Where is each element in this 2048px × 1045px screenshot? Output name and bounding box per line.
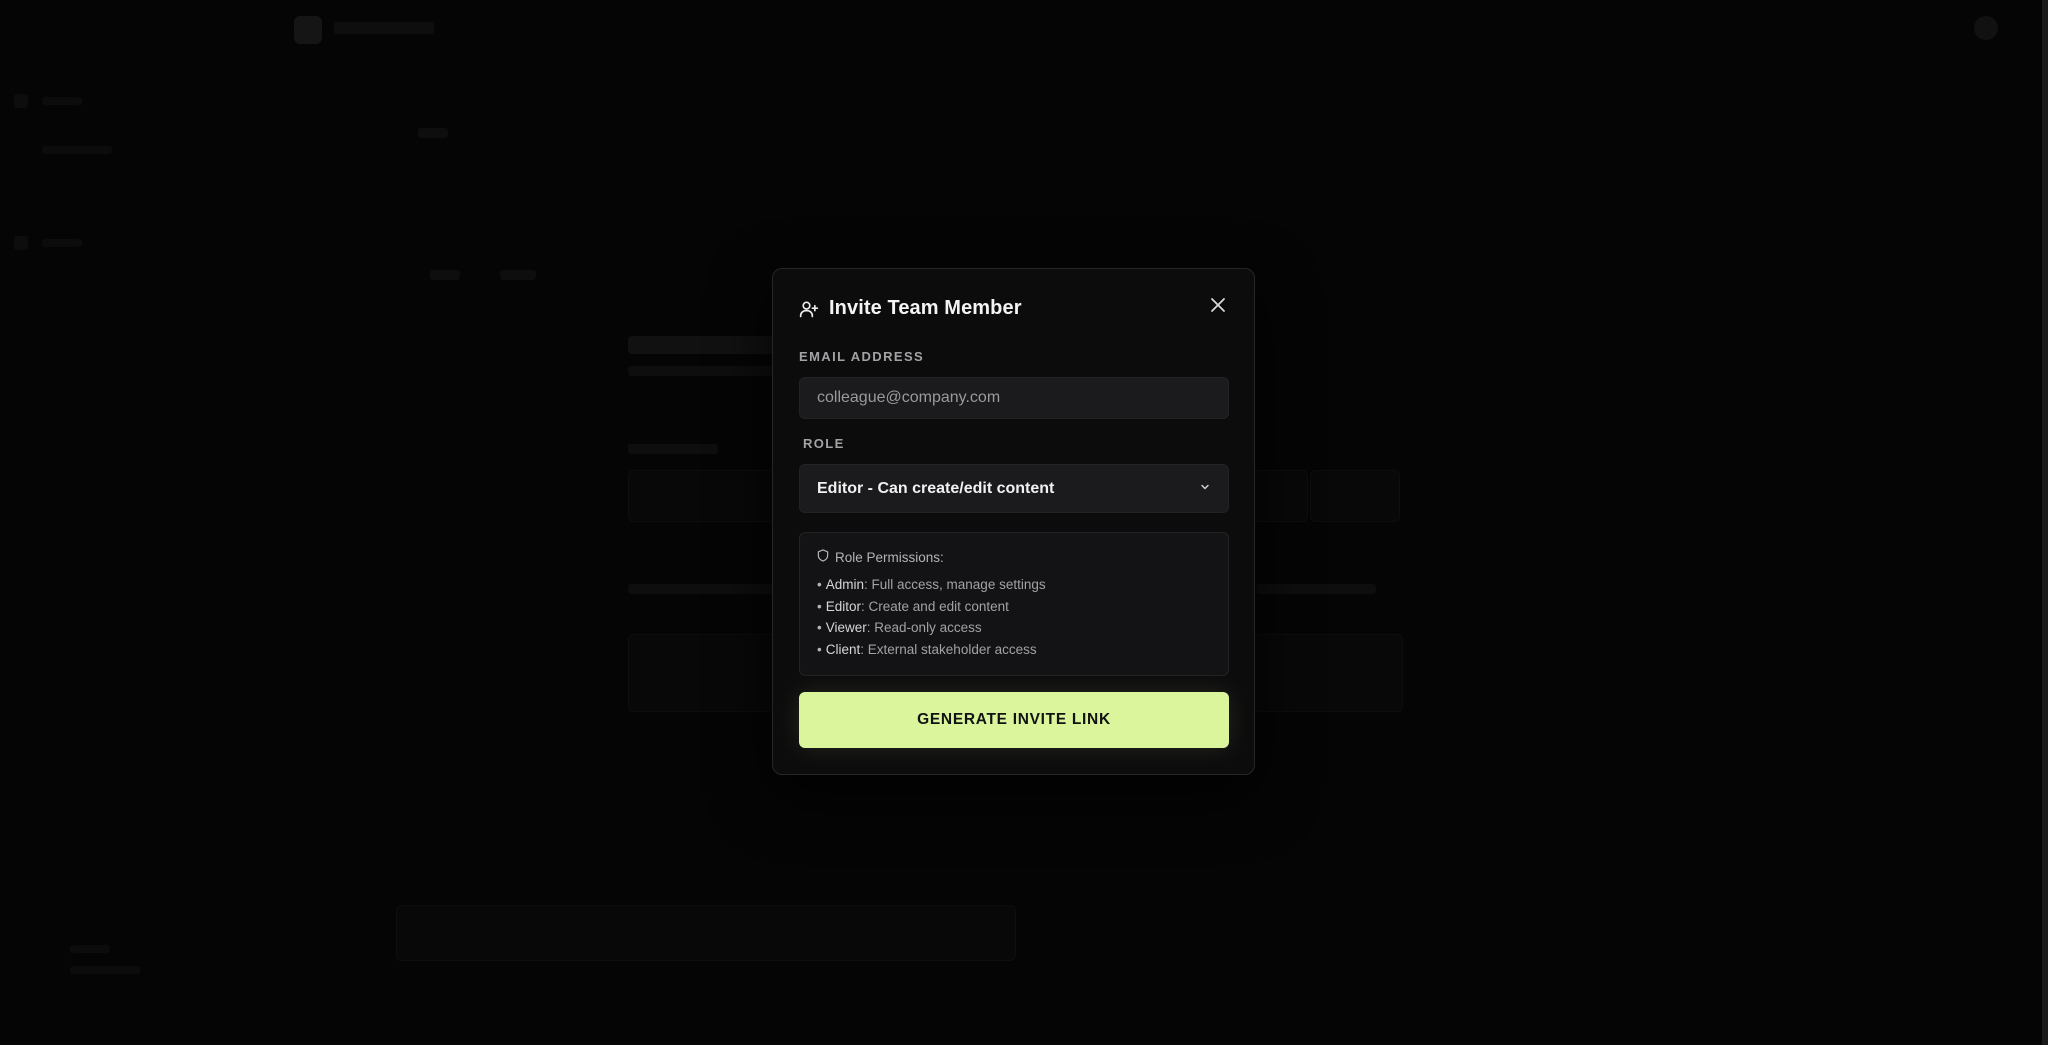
role-selected-value: Editor - Can create/edit content xyxy=(817,479,1055,497)
tab xyxy=(430,270,460,280)
invite-button xyxy=(1310,470,1400,522)
permissions-heading: Role Permissions: xyxy=(817,549,1211,565)
permissions-title: Role Permissions: xyxy=(835,549,944,565)
email-label: Email address xyxy=(799,349,925,364)
members-label xyxy=(628,584,778,594)
permission-role: Viewer xyxy=(825,620,867,636)
app-logo xyxy=(294,16,322,44)
toast xyxy=(396,905,1016,961)
permission-item-admin: • Admin: Full access, manage settings xyxy=(817,577,1046,592)
field-label xyxy=(628,444,718,454)
avatar xyxy=(1974,16,1998,40)
permission-description: External stakeholder access xyxy=(867,641,1037,657)
permission-role: Client xyxy=(825,641,861,657)
sidebar-icon xyxy=(14,94,28,108)
breadcrumb xyxy=(418,128,448,138)
section-title xyxy=(628,336,778,354)
close-button[interactable] xyxy=(1208,297,1228,317)
user-plus-icon xyxy=(799,299,819,319)
permission-item-client: • Client: External stakeholder access xyxy=(817,641,1037,657)
role-select[interactable]: Editor - Can create/edit content xyxy=(799,464,1229,513)
chevron-down-icon xyxy=(1199,480,1211,498)
modal-header: Invite Team Member xyxy=(799,297,1022,320)
role-permissions-panel: Role Permissions: • Admin: Full access, m… xyxy=(799,532,1229,676)
sidebar-item xyxy=(70,945,110,953)
permission-item-editor: • Editor: Create and edit content xyxy=(817,598,1009,614)
permission-item-viewer: • Viewer: Read-only access xyxy=(817,620,982,636)
sidebar-item xyxy=(42,146,112,154)
sidebar-item xyxy=(70,966,140,974)
scrollbar[interactable] xyxy=(2042,0,2048,1045)
email-field[interactable] xyxy=(799,377,1229,419)
generate-invite-link-button[interactable]: GENERATE INVITE LINK xyxy=(799,692,1229,748)
tab xyxy=(500,270,536,280)
permission-description: Full access, manage settings xyxy=(871,577,1046,592)
members-action xyxy=(1256,584,1376,594)
section-subtitle xyxy=(628,366,778,376)
permission-role: Admin xyxy=(825,577,864,592)
app-title-placeholder xyxy=(334,22,434,34)
invite-modal: Invite Team Member Email address Role Ed… xyxy=(772,268,1255,775)
sidebar-icon xyxy=(14,236,28,250)
close-icon[interactable] xyxy=(1210,297,1226,318)
sidebar-item xyxy=(42,239,82,247)
sidebar-item xyxy=(42,97,82,105)
permission-role: Editor xyxy=(825,598,862,614)
modal-title: Invite Team Member xyxy=(829,297,1022,319)
role-label: Role xyxy=(803,436,845,451)
permission-description: Create and edit content xyxy=(868,598,1009,614)
permission-description: Read-only access xyxy=(874,620,982,636)
shield-icon xyxy=(817,549,829,565)
